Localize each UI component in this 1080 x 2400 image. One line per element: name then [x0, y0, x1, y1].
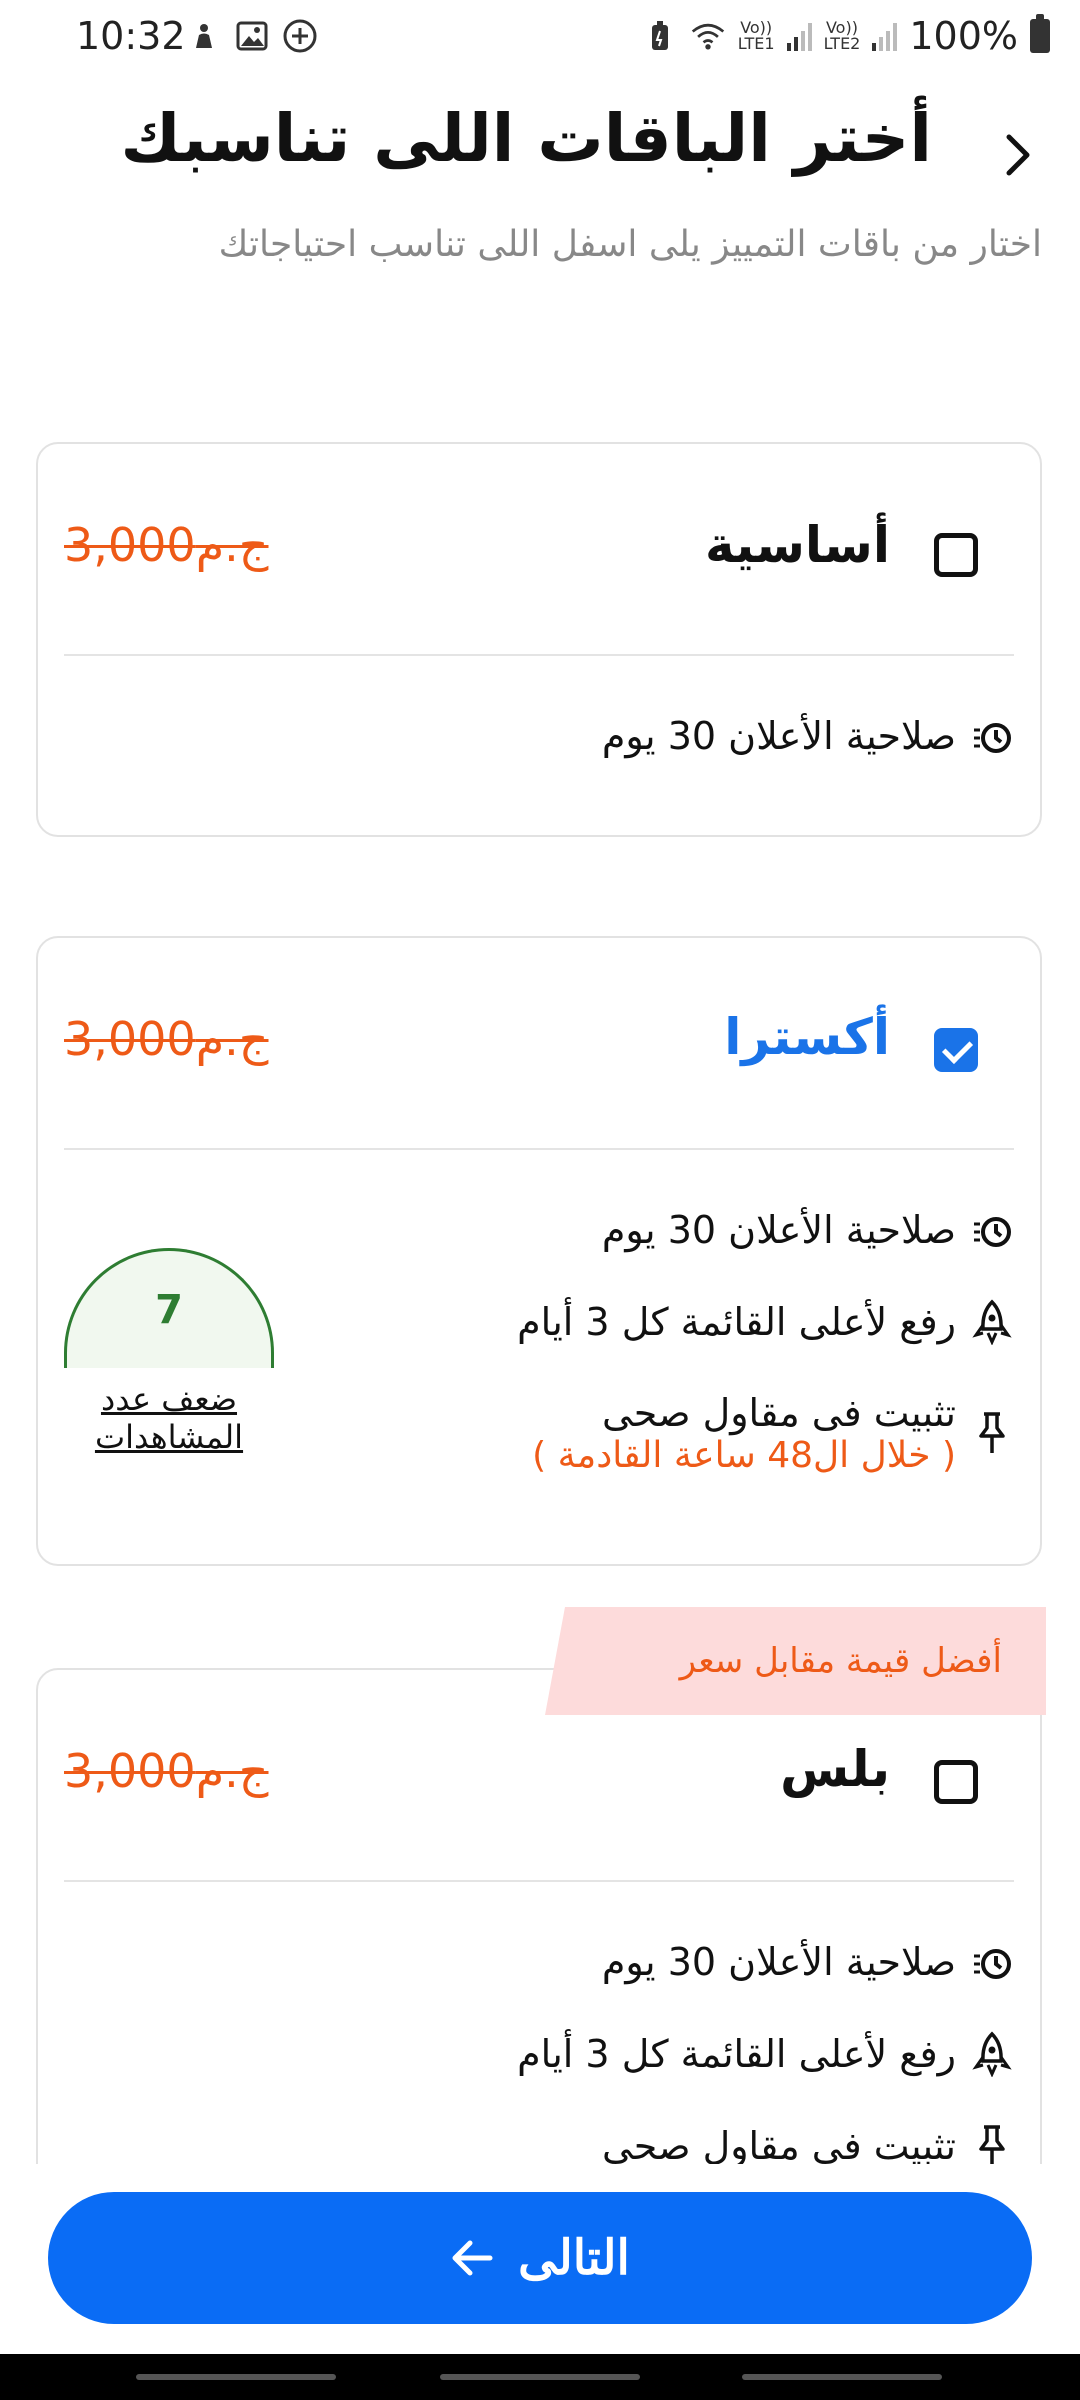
battery-saver-icon — [642, 18, 678, 54]
pin-icon — [968, 2122, 1016, 2170]
package-card-plus[interactable]: بلس 3,000ج.م صلاحية الأعلان 30 يوم رفع ل… — [36, 1668, 1042, 2228]
timer-icon — [968, 1206, 1016, 1254]
sim2-label: Vo)) LTE2 — [823, 18, 861, 53]
rocket-icon — [968, 1298, 1016, 1346]
pin-icon — [968, 1409, 1016, 1457]
feature-row: رفع لأعلى القائمة كل 3 أيام — [517, 1292, 1016, 1352]
package-card-basic[interactable]: أساسية 3,000ج.م صلاحية الأعلان 30 يوم — [36, 442, 1042, 837]
next-button-label: التالى — [518, 2232, 630, 2285]
rocket-icon — [968, 2030, 1016, 2078]
best-value-label: أفضل قيمة مقابل سعر — [679, 1641, 1002, 1681]
status-right: Vo)) LTE1 Vo)) LTE2 100% — [642, 14, 1050, 58]
feature-text: صلاحية الأعلان 30 يوم — [601, 1940, 956, 1984]
nav-recents-handle[interactable] — [136, 2374, 336, 2380]
battery-icon — [1030, 14, 1050, 53]
page-title: أختر الباقات اللى تناسبك — [120, 100, 933, 177]
image-icon — [234, 18, 270, 54]
status-time: 10:32 — [76, 14, 186, 58]
feature-row-pin: تثبيت فى مقاول صحى ( خلال ال48 ساعة القا… — [532, 1378, 1016, 1488]
arrow-left-icon — [450, 2236, 494, 2280]
card-divider — [64, 1148, 1014, 1150]
status-left-icons — [186, 18, 318, 54]
card-divider — [64, 1880, 1014, 1882]
feature-text: تثبيت فى مقاول صحى — [602, 1390, 956, 1435]
back-chevron-icon[interactable] — [988, 120, 1048, 190]
feature-text-group: تثبيت فى مقاول صحى ( خلال ال48 ساعة القا… — [532, 1391, 956, 1476]
timer-icon — [968, 712, 1016, 760]
package-price: 3,000ج.م — [64, 1012, 269, 1066]
feature-text: رفع لأعلى القائمة كل 3 أيام — [517, 1300, 956, 1344]
feature-note: ( خلال ال48 ساعة القادمة ) — [532, 1434, 956, 1476]
timer-icon — [968, 1938, 1016, 1986]
package-card-extra[interactable]: أكسترا 3,000ج.م صلاحية الأعلان 30 يوم رف… — [36, 936, 1042, 1566]
next-button[interactable]: التالى — [48, 2192, 1032, 2324]
feature-text: صلاحية الأعلان 30 يوم — [601, 1208, 956, 1252]
wifi-icon — [690, 18, 726, 54]
card-divider — [64, 654, 1014, 656]
views-multiplier-badge: 7 — [64, 1248, 274, 1368]
package-checkbox[interactable] — [934, 533, 978, 577]
battery-percent: 100% — [909, 14, 1018, 58]
package-checkbox[interactable] — [934, 1760, 978, 1804]
feature-row: صلاحية الأعلان 30 يوم — [602, 1200, 1016, 1260]
package-header[interactable]: أكسترا 3,000ج.م — [38, 938, 1040, 1148]
package-price: 3,000ج.م — [64, 1744, 269, 1798]
feature-row: صلاحية الأعلان 30 يوم — [602, 1932, 1016, 1992]
package-price: 3,000ج.م — [64, 518, 269, 572]
sim1-label: Vo)) LTE1 — [737, 18, 775, 53]
package-name: أساسية — [705, 516, 890, 574]
page-subtitle: اختار من باقات التمييز يلى اسفل اللى تنا… — [218, 224, 1042, 265]
system-navigation-bar — [0, 2354, 1080, 2400]
add-circle-icon — [282, 18, 318, 54]
feature-text: تثبيت فى مقاول صحى — [602, 2124, 956, 2168]
feature-row: رفع لأعلى القائمة كل 3 أيام — [517, 2024, 1016, 2084]
best-value-badge: أفضل قيمة مقابل سعر — [545, 1607, 1046, 1715]
views-multiplier-value: 7 — [155, 1286, 183, 1333]
nav-back-handle[interactable] — [742, 2374, 942, 2380]
views-multiplier-label[interactable]: ضعف عدد المشاهدات — [64, 1380, 274, 1456]
status-bar: 10:32 Vo)) LTE1 Vo)) LTE2 100% — [0, 0, 1080, 76]
signal-bars-2-icon — [872, 21, 898, 51]
package-header[interactable]: أساسية 3,000ج.م — [38, 444, 1040, 654]
package-checkbox-checked[interactable] — [934, 1028, 978, 1072]
accessibility-icon — [186, 18, 222, 54]
signal-bars-1-icon — [786, 21, 812, 51]
feature-text: رفع لأعلى القائمة كل 3 أيام — [517, 2032, 956, 2076]
nav-home-handle[interactable] — [440, 2374, 640, 2380]
package-name: بلس — [780, 1740, 890, 1798]
package-name: أكسترا — [724, 1008, 890, 1066]
feature-row: صلاحية الأعلان 30 يوم — [602, 706, 1016, 766]
feature-text: صلاحية الأعلان 30 يوم — [601, 714, 956, 758]
